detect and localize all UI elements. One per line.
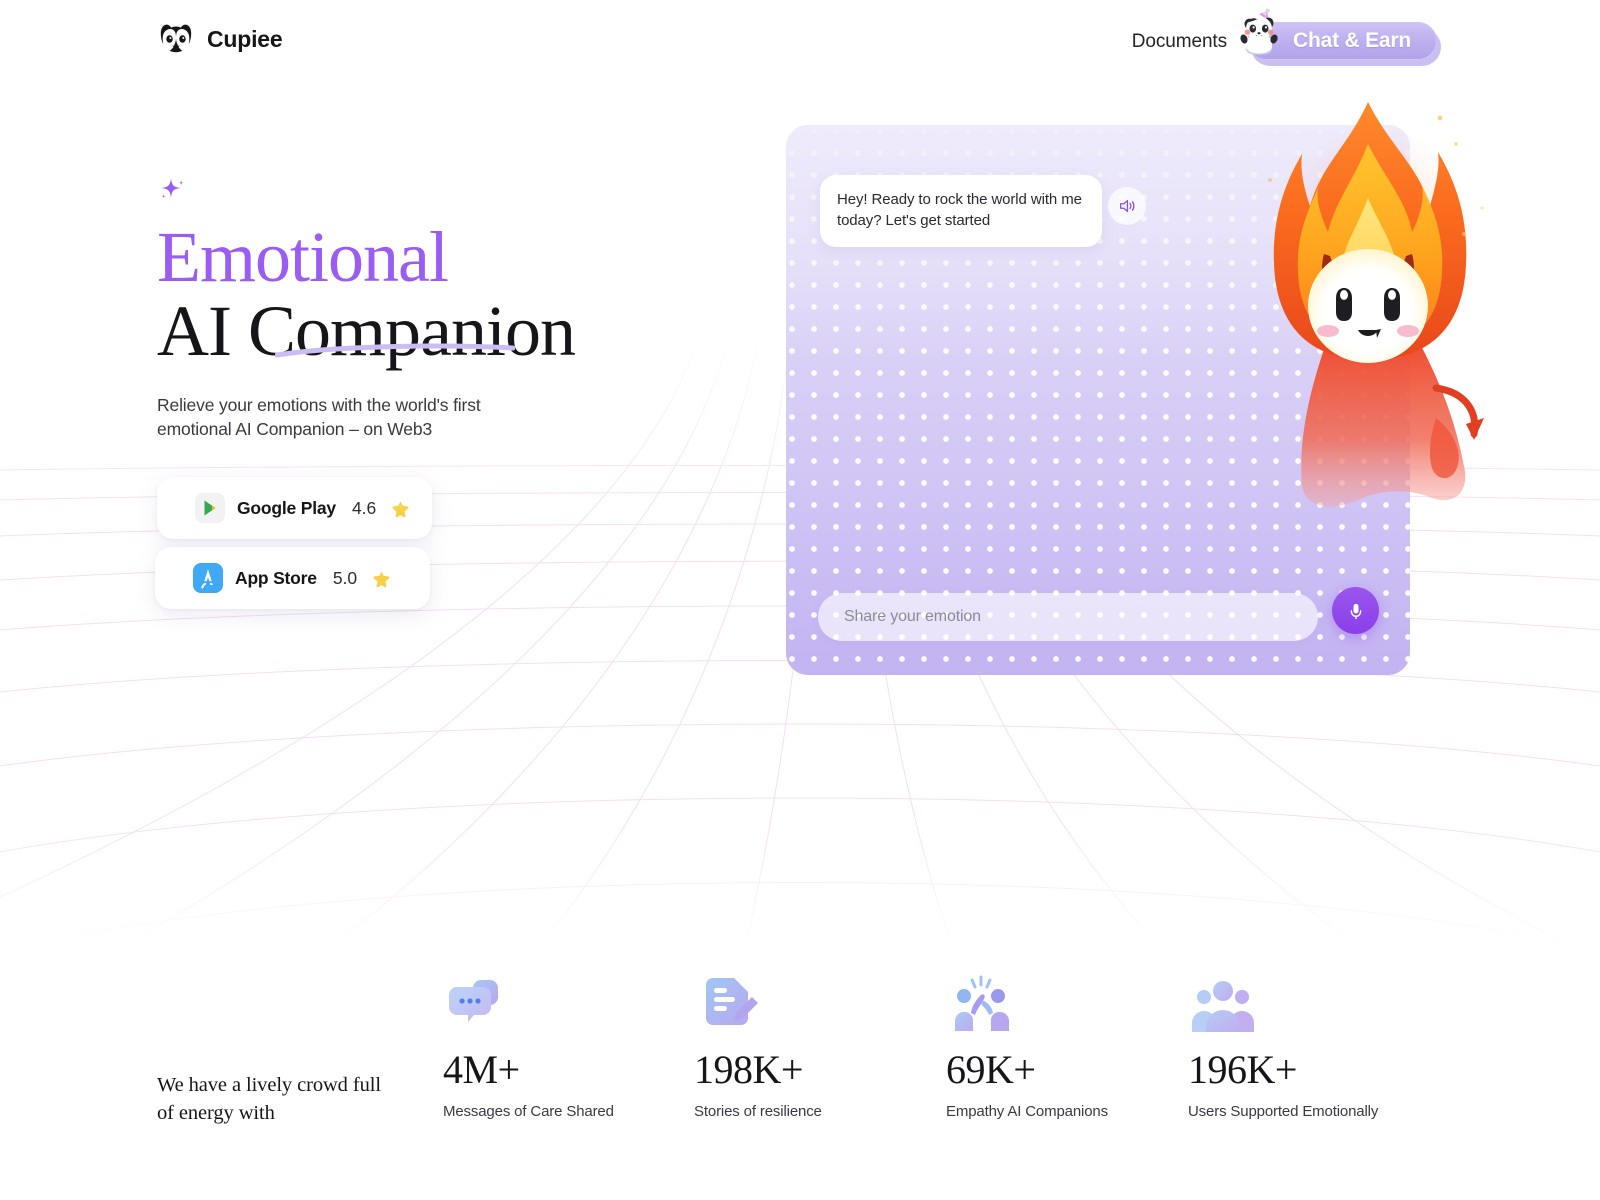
stat-item-companions: 69K+ Empathy AI Companions xyxy=(946,975,1108,1120)
star-icon xyxy=(392,500,409,518)
google-play-card[interactable]: Google Play 4.6 xyxy=(157,477,432,539)
stat-label: Stories of resilience xyxy=(694,1103,822,1120)
stat-value: 198K+ xyxy=(694,1047,803,1092)
star-icon xyxy=(373,570,390,588)
header-nav: Documents Chat & Earn xyxy=(1132,8,1443,66)
title-underline-swoosh xyxy=(275,343,515,358)
document-edit-icon xyxy=(698,975,762,1033)
speaker-icon[interactable] xyxy=(1108,187,1146,225)
panda-logo-icon xyxy=(157,20,195,58)
hero-left-column: Emotional AI Companion Relieve your emot… xyxy=(155,176,717,609)
microphone-icon[interactable] xyxy=(1332,587,1379,634)
chat-preview-panel: Hey! Ready to rock the world with me tod… xyxy=(786,125,1410,675)
stat-item-stories: 198K+ Stories of resilience xyxy=(694,975,822,1120)
site-header: Cupiee Documents Chat & Earn xyxy=(0,0,1600,80)
background-fade-bottom xyxy=(0,820,1600,990)
app-store-label: App Store xyxy=(235,567,317,588)
sparkle-icon xyxy=(157,176,187,206)
hero-subtitle: Relieve your emotions with the world's f… xyxy=(157,395,481,439)
stat-item-messages: 4M+ Messages of Care Shared xyxy=(443,975,614,1120)
google-play-label: Google Play xyxy=(237,497,336,518)
store-badges-list: Google Play 4.6 App Store 5.0 xyxy=(155,477,717,609)
brand-logo-link[interactable]: Cupiee xyxy=(157,20,283,58)
group-users-icon xyxy=(1192,975,1256,1033)
stat-value: 69K+ xyxy=(946,1047,1036,1092)
chat-and-earn-cta[interactable]: Chat & Earn xyxy=(1240,8,1443,66)
stats-tagline: We have a lively crowd full of energy wi… xyxy=(157,1074,381,1124)
stat-label: Empathy AI Companions xyxy=(946,1103,1108,1120)
stat-item-users: 196K+ Users Supported Emotionally xyxy=(1188,975,1378,1120)
chat-message-bubble: Hey! Ready to rock the world with me tod… xyxy=(820,175,1102,247)
google-play-icon xyxy=(195,493,225,523)
stat-label: Users Supported Emotionally xyxy=(1188,1103,1379,1120)
stat-label: Messages of Care Shared xyxy=(443,1103,614,1120)
panda-party-mascot-icon xyxy=(1235,8,1287,60)
brand-name: Cupiee xyxy=(207,25,283,52)
share-emotion-input[interactable] xyxy=(818,593,1318,641)
page-title-main-text: AI Companion xyxy=(157,291,576,371)
app-store-card[interactable]: App Store 5.0 xyxy=(155,547,430,609)
app-store-rating: 5.0 xyxy=(332,567,358,588)
page-title-main: AI Companion xyxy=(157,294,717,368)
app-store-icon xyxy=(193,563,223,593)
chat-message-text: Hey! Ready to rock the world with me tod… xyxy=(837,191,1082,229)
high-five-people-icon xyxy=(950,975,1014,1033)
chat-bubbles-icon xyxy=(447,975,511,1033)
stat-value: 196K+ xyxy=(1188,1047,1297,1092)
page-title: Emotional AI Companion xyxy=(157,220,717,368)
google-play-rating: 4.6 xyxy=(351,497,377,518)
nav-documents-link[interactable]: Documents xyxy=(1132,31,1227,53)
stats-section: We have a lively crowd full of energy wi… xyxy=(0,975,1600,1145)
stat-value: 4M+ xyxy=(443,1047,520,1092)
chat-input-row xyxy=(818,587,1379,645)
page-title-accent: Emotional xyxy=(157,217,449,297)
